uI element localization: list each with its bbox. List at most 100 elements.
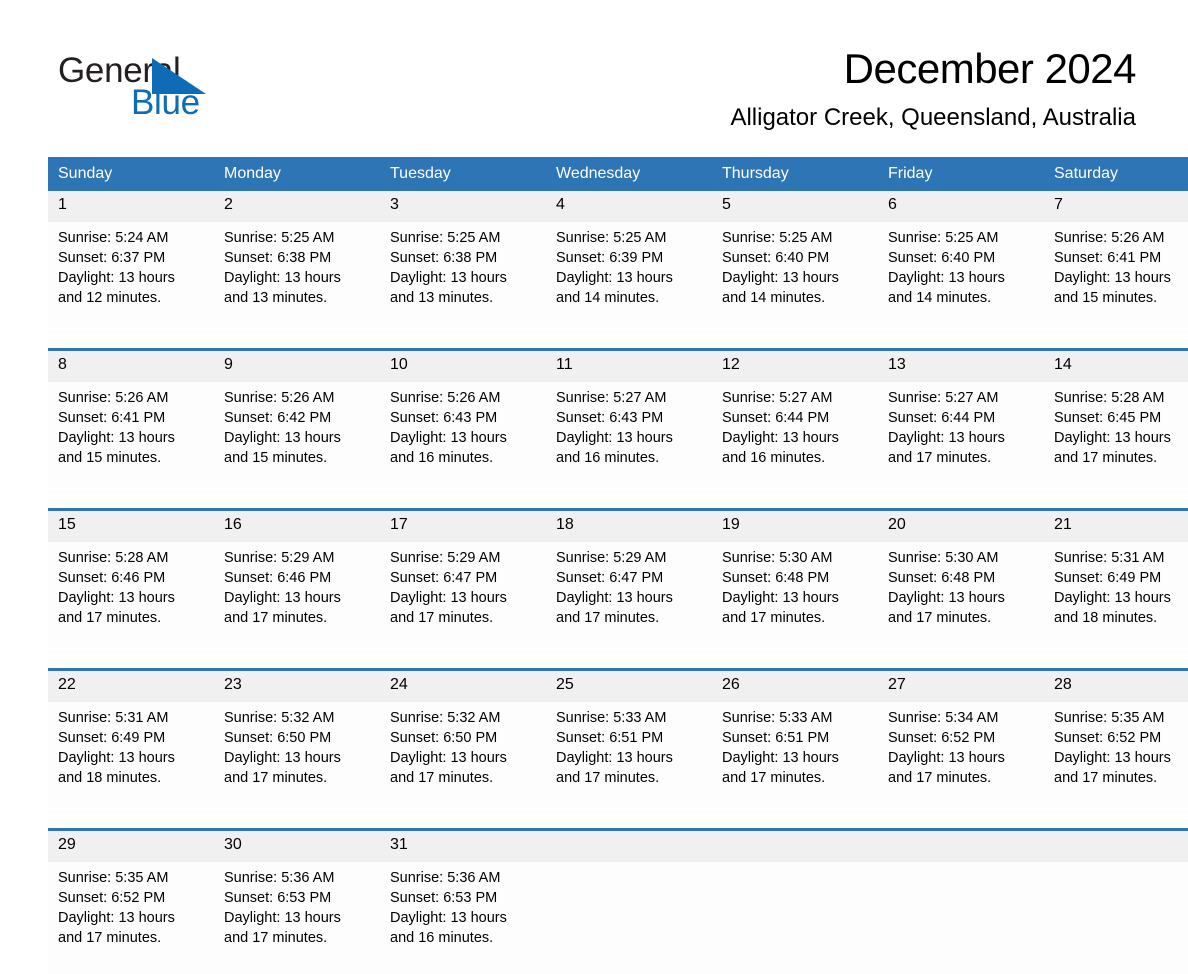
day-number[interactable]: 12 <box>712 351 878 382</box>
day-cell[interactable]: Sunrise: 5:36 AM Sunset: 6:53 PM Dayligh… <box>380 862 546 974</box>
sunrise-text: Sunrise: 5:30 AM <box>722 550 833 566</box>
sunrise-text: Sunrise: 5:24 AM <box>58 230 169 246</box>
day-cell[interactable]: Sunrise: 5:27 AM Sunset: 6:44 PM Dayligh… <box>712 382 878 494</box>
daylight-text-line1: Daylight: 13 hours <box>722 430 839 446</box>
daylight-text-line2: and 16 minutes. <box>556 450 660 466</box>
sunset-text: Sunset: 6:48 PM <box>888 570 996 586</box>
day-number[interactable]: 27 <box>878 671 1044 702</box>
day-number[interactable]: 29 <box>48 831 214 862</box>
week-details-row: Sunrise: 5:35 AM Sunset: 6:52 PM Dayligh… <box>48 862 1188 974</box>
day-cell[interactable]: Sunrise: 5:25 AM Sunset: 6:38 PM Dayligh… <box>214 222 380 334</box>
day-number[interactable]: 16 <box>214 511 380 542</box>
day-cell[interactable]: Sunrise: 5:29 AM Sunset: 6:47 PM Dayligh… <box>546 542 712 654</box>
day-number[interactable]: 6 <box>878 191 1044 222</box>
sunset-text: Sunset: 6:39 PM <box>556 250 664 266</box>
day-cell[interactable]: Sunrise: 5:25 AM Sunset: 6:40 PM Dayligh… <box>878 222 1044 334</box>
day-number[interactable]: 31 <box>380 831 546 862</box>
day-number[interactable]: 2 <box>214 191 380 222</box>
day-number[interactable]: 3 <box>380 191 546 222</box>
day-cell[interactable]: Sunrise: 5:30 AM Sunset: 6:48 PM Dayligh… <box>712 542 878 654</box>
day-number[interactable]: 8 <box>48 351 214 382</box>
day-number[interactable]: 24 <box>380 671 546 702</box>
day-cell[interactable]: Sunrise: 5:35 AM Sunset: 6:52 PM Dayligh… <box>48 862 214 974</box>
sunset-text: Sunset: 6:52 PM <box>58 890 166 906</box>
daylight-text-line1: Daylight: 13 hours <box>1054 270 1171 286</box>
day-number[interactable]: 21 <box>1044 511 1188 542</box>
day-cell[interactable]: Sunrise: 5:36 AM Sunset: 6:53 PM Dayligh… <box>214 862 380 974</box>
daylight-text-line1: Daylight: 13 hours <box>1054 750 1171 766</box>
day-number[interactable]: 28 <box>1044 671 1188 702</box>
day-number[interactable]: 26 <box>712 671 878 702</box>
day-cell[interactable]: Sunrise: 5:33 AM Sunset: 6:51 PM Dayligh… <box>546 702 712 814</box>
day-cell[interactable]: Sunrise: 5:31 AM Sunset: 6:49 PM Dayligh… <box>48 702 214 814</box>
day-number[interactable]: 23 <box>214 671 380 702</box>
daylight-text-line1: Daylight: 13 hours <box>224 590 341 606</box>
calendar-body: 1 2 3 4 5 6 7 Sunrise: 5:24 AM Sunset: 6… <box>48 191 1188 974</box>
day-number[interactable]: 22 <box>48 671 214 702</box>
day-cell-empty <box>546 862 712 974</box>
day-number[interactable]: 14 <box>1044 351 1188 382</box>
sunset-text: Sunset: 6:43 PM <box>390 410 498 426</box>
day-cell[interactable]: Sunrise: 5:35 AM Sunset: 6:52 PM Dayligh… <box>1044 702 1188 814</box>
day-number[interactable]: 4 <box>546 191 712 222</box>
day-cell[interactable]: Sunrise: 5:27 AM Sunset: 6:43 PM Dayligh… <box>546 382 712 494</box>
week-daynumbers-row: 29 30 31 <box>48 831 1188 862</box>
sunset-text: Sunset: 6:52 PM <box>888 730 996 746</box>
day-number[interactable]: 20 <box>878 511 1044 542</box>
row-spacer <box>48 654 1188 668</box>
day-cell[interactable]: Sunrise: 5:34 AM Sunset: 6:52 PM Dayligh… <box>878 702 1044 814</box>
day-number[interactable]: 18 <box>546 511 712 542</box>
daylight-text-line2: and 15 minutes. <box>58 450 162 466</box>
day-cell[interactable]: Sunrise: 5:26 AM Sunset: 6:41 PM Dayligh… <box>1044 222 1188 334</box>
day-cell[interactable]: Sunrise: 5:26 AM Sunset: 6:42 PM Dayligh… <box>214 382 380 494</box>
day-number[interactable]: 13 <box>878 351 1044 382</box>
day-cell[interactable]: Sunrise: 5:30 AM Sunset: 6:48 PM Dayligh… <box>878 542 1044 654</box>
day-number[interactable]: 15 <box>48 511 214 542</box>
daylight-text-line2: and 17 minutes. <box>224 930 328 946</box>
day-cell[interactable]: Sunrise: 5:29 AM Sunset: 6:46 PM Dayligh… <box>214 542 380 654</box>
day-number[interactable]: 10 <box>380 351 546 382</box>
day-number[interactable]: 9 <box>214 351 380 382</box>
daylight-text-line1: Daylight: 13 hours <box>722 590 839 606</box>
row-spacer <box>48 814 1188 828</box>
day-cell[interactable]: Sunrise: 5:25 AM Sunset: 6:39 PM Dayligh… <box>546 222 712 334</box>
day-number[interactable]: 17 <box>380 511 546 542</box>
day-number[interactable]: 5 <box>712 191 878 222</box>
sunset-text: Sunset: 6:43 PM <box>556 410 664 426</box>
daylight-text-line1: Daylight: 13 hours <box>390 270 507 286</box>
sunset-text: Sunset: 6:53 PM <box>390 890 498 906</box>
row-spacer <box>48 494 1188 508</box>
day-number[interactable]: 11 <box>546 351 712 382</box>
daylight-text-line2: and 15 minutes. <box>1054 290 1158 306</box>
sunrise-text: Sunrise: 5:27 AM <box>556 390 667 406</box>
calendar-grid: Sunday Monday Tuesday Wednesday Thursday… <box>48 157 1188 974</box>
generalblue-logo[interactable]: General Blue <box>58 52 358 126</box>
day-cell[interactable]: Sunrise: 5:24 AM Sunset: 6:37 PM Dayligh… <box>48 222 214 334</box>
day-number[interactable]: 19 <box>712 511 878 542</box>
day-cell[interactable]: Sunrise: 5:33 AM Sunset: 6:51 PM Dayligh… <box>712 702 878 814</box>
day-cell[interactable]: Sunrise: 5:28 AM Sunset: 6:45 PM Dayligh… <box>1044 382 1188 494</box>
day-cell[interactable]: Sunrise: 5:29 AM Sunset: 6:47 PM Dayligh… <box>380 542 546 654</box>
day-cell-empty <box>712 862 878 974</box>
day-cell[interactable]: Sunrise: 5:32 AM Sunset: 6:50 PM Dayligh… <box>380 702 546 814</box>
day-cell[interactable]: Sunrise: 5:26 AM Sunset: 6:43 PM Dayligh… <box>380 382 546 494</box>
page-header: General Blue December 2024 Alligator Cre… <box>0 0 1188 131</box>
daylight-text-line2: and 14 minutes. <box>722 290 826 306</box>
day-cell[interactable]: Sunrise: 5:26 AM Sunset: 6:41 PM Dayligh… <box>48 382 214 494</box>
weekday-header-friday: Friday <box>878 157 1044 191</box>
day-cell[interactable]: Sunrise: 5:27 AM Sunset: 6:44 PM Dayligh… <box>878 382 1044 494</box>
daylight-text-line2: and 17 minutes. <box>1054 450 1158 466</box>
title-block: December 2024 Alligator Creek, Queenslan… <box>730 44 1136 132</box>
day-cell[interactable]: Sunrise: 5:28 AM Sunset: 6:46 PM Dayligh… <box>48 542 214 654</box>
day-number[interactable]: 30 <box>214 831 380 862</box>
day-number[interactable]: 25 <box>546 671 712 702</box>
day-cell[interactable]: Sunrise: 5:32 AM Sunset: 6:50 PM Dayligh… <box>214 702 380 814</box>
day-cell[interactable]: Sunrise: 5:31 AM Sunset: 6:49 PM Dayligh… <box>1044 542 1188 654</box>
day-number[interactable]: 7 <box>1044 191 1188 222</box>
daylight-text-line1: Daylight: 13 hours <box>390 910 507 926</box>
daylight-text-line2: and 17 minutes. <box>888 610 992 626</box>
day-cell[interactable]: Sunrise: 5:25 AM Sunset: 6:38 PM Dayligh… <box>380 222 546 334</box>
sunset-text: Sunset: 6:46 PM <box>58 570 166 586</box>
day-cell[interactable]: Sunrise: 5:25 AM Sunset: 6:40 PM Dayligh… <box>712 222 878 334</box>
day-number[interactable]: 1 <box>48 191 214 222</box>
